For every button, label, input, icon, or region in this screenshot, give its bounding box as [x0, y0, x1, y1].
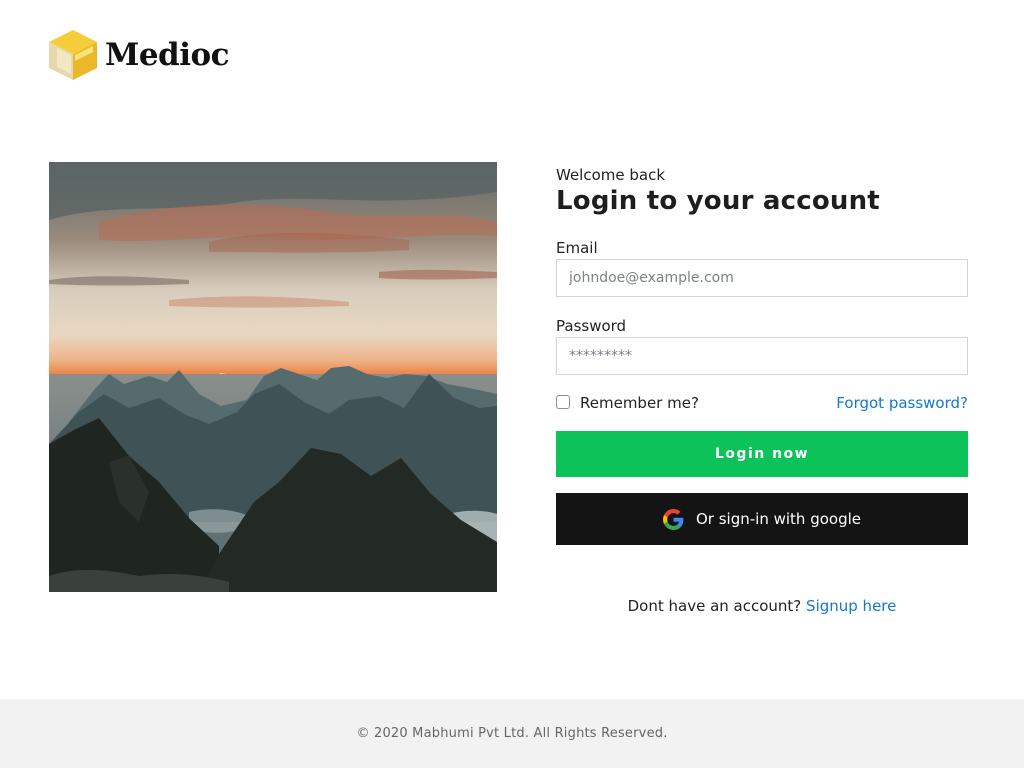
- forgot-password-link[interactable]: Forgot password?: [836, 394, 968, 412]
- welcome-text: Welcome back: [556, 166, 666, 184]
- password-label: Password: [556, 317, 627, 335]
- brand-logo[interactable]: Medioc: [47, 28, 230, 82]
- login-button-label: Login now: [714, 446, 810, 462]
- footer: © 2020 Mabhumi Pvt Ltd. All Rights Reser…: [0, 699, 1024, 768]
- google-icon: [663, 508, 684, 530]
- brand-name: Medioc: [105, 37, 230, 73]
- cube-logo-icon: [49, 30, 97, 80]
- remember-row: Remember me? Forgot password?: [556, 394, 968, 414]
- google-signin-button[interactable]: Or sign-in with google: [556, 493, 968, 545]
- password-field[interactable]: [556, 337, 968, 375]
- google-button-label: Or sign-in with google: [696, 510, 861, 528]
- signup-prompt: Dont have an account?: [627, 597, 807, 615]
- remember-label[interactable]: Remember me?: [580, 394, 699, 412]
- signup-row: Dont have an account? Signup here: [556, 597, 968, 615]
- hero-image: [49, 162, 497, 592]
- page-title: Login to your account: [556, 186, 880, 216]
- copyright-text: © 2020 Mabhumi Pvt Ltd. All Rights Reser…: [356, 726, 668, 741]
- signup-link[interactable]: Signup here: [806, 597, 896, 615]
- login-page: Medioc Welcome back Login to your accoun…: [0, 0, 1024, 768]
- email-label: Email: [556, 239, 598, 257]
- email-field[interactable]: [556, 259, 968, 297]
- remember-checkbox[interactable]: [556, 395, 570, 409]
- login-button[interactable]: Login now: [556, 431, 968, 477]
